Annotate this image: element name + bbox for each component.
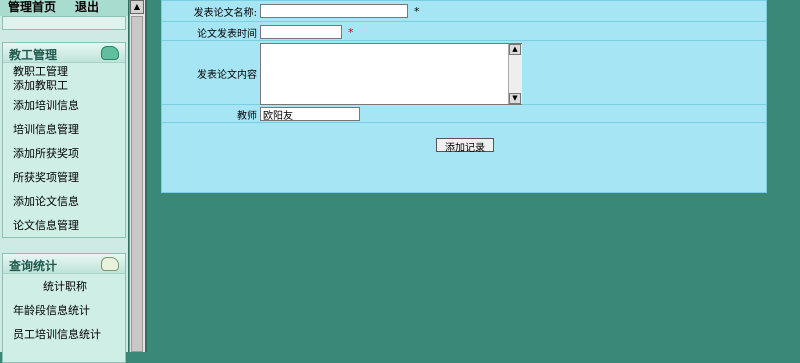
form-row-paper-content: 发表论文内容 ▲ ▼ [162, 41, 766, 105]
frame-divider [145, 0, 147, 352]
top-nav: 管理首页 退出 [0, 0, 128, 16]
paper-content-label: 发表论文内容 [197, 70, 257, 81]
scroll-up-arrow-icon[interactable]: ▲ [130, 0, 144, 14]
paper-name-input[interactable] [260, 4, 408, 18]
notepad-icon [101, 257, 119, 271]
nav-strip [2, 16, 126, 30]
form-row-paper-date: 论文发表时间 * [162, 22, 766, 41]
menu-item-award-management[interactable]: 所获奖项管理 [13, 169, 79, 185]
menu-item-add-award[interactable]: 添加所获奖项 [13, 145, 79, 161]
menu-item-paper-management[interactable]: 论文信息管理 [13, 217, 79, 233]
section-header[interactable]: 教工管理 [3, 43, 125, 63]
section-header[interactable]: 查询统计 [3, 254, 125, 274]
section-title: 教工管理 [9, 48, 58, 62]
sidebar: 管理首页 退出 教工管理 教职工管理 添加教职工 添加培训信息 培训信息管理 添… [0, 0, 129, 363]
add-paper-form: 发表论文名称: * 论文发表时间 * 发表论文内容 ▲ ▼ 教师 添加记录 [161, 0, 767, 193]
paper-name-label: 发表论文名称: [193, 8, 257, 19]
required-marker: * [414, 5, 420, 18]
home-link[interactable]: 管理首页 [8, 0, 56, 15]
form-row-teacher: 教师 [162, 105, 766, 123]
folder-icon [101, 46, 119, 60]
scroll-down-arrow-icon[interactable]: ▼ [509, 93, 521, 104]
section-query-statistics: 查询统计 统计职称 年龄段信息统计 员工培训信息统计 [2, 253, 126, 363]
section-staff-management: 教工管理 教职工管理 添加教职工 添加培训信息 培训信息管理 添加所获奖项 所获… [2, 42, 126, 238]
required-marker: * [348, 26, 354, 39]
sidebar-scrollbar[interactable]: ▲ [129, 0, 145, 352]
menu-item-add-staff[interactable]: 添加教职工 [13, 77, 68, 93]
logout-link[interactable]: 退出 [75, 0, 99, 15]
menu-item-add-paper[interactable]: 添加论文信息 [13, 193, 79, 209]
menu-item-add-training[interactable]: 添加培训信息 [13, 97, 79, 113]
paper-content-textarea[interactable] [260, 43, 522, 105]
paper-date-input[interactable] [260, 25, 342, 39]
scroll-thumb[interactable] [131, 16, 143, 352]
menu-item-training-statistics[interactable]: 员工培训信息统计 [13, 326, 101, 342]
form-row-paper-name: 发表论文名称: * [162, 1, 766, 22]
menu-item-age-statistics[interactable]: 年龄段信息统计 [13, 302, 90, 318]
textarea-scrollbar[interactable]: ▲ ▼ [508, 44, 522, 104]
teacher-label: 教师 [237, 111, 257, 122]
menu-item-title-statistics[interactable]: 统计职称 [43, 278, 87, 294]
scroll-up-arrow-icon[interactable]: ▲ [509, 44, 521, 55]
menu-item-training-management[interactable]: 培训信息管理 [13, 121, 79, 137]
add-record-button[interactable]: 添加记录 [436, 138, 494, 154]
section-title: 查询统计 [9, 259, 58, 273]
paper-date-label: 论文发表时间 [197, 29, 257, 40]
teacher-input[interactable] [260, 107, 360, 121]
